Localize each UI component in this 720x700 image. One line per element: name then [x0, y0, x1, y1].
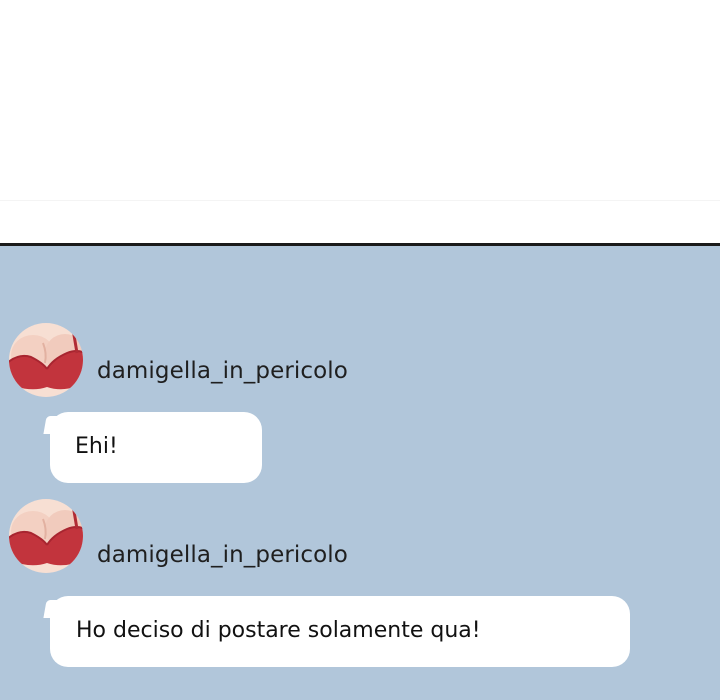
message-text: Ho deciso di postare solamente qua! [76, 618, 481, 643]
message-bubble[interactable]: Ho deciso di postare solamente qua! [43, 596, 630, 667]
message-username: damigella_in_pericolo [97, 358, 348, 384]
bubble-tail [43, 600, 65, 618]
blank-top-panel [0, 0, 720, 243]
message-bubble[interactable]: Ehi! [43, 412, 262, 483]
message-username: damigella_in_pericolo [97, 542, 348, 568]
message-text: Ehi! [75, 434, 118, 459]
panel-edge [0, 200, 720, 201]
bubble-tail [43, 416, 65, 434]
avatar-red-bra-icon[interactable] [9, 323, 83, 397]
chat-panel: damigella_in_pericolo Ehi! damigella_in_… [0, 246, 720, 700]
avatar-red-bra-icon[interactable] [9, 499, 83, 573]
